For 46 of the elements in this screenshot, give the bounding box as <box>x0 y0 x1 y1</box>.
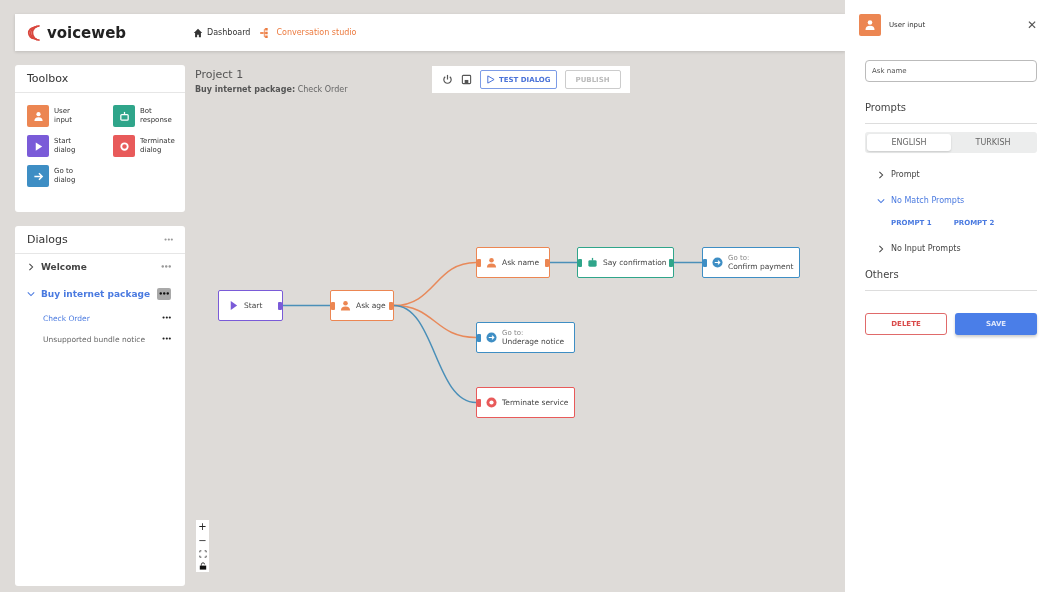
chevron-right-icon <box>877 170 885 179</box>
section-title: Others <box>865 269 900 280</box>
close-button[interactable]: ✕ <box>1026 18 1037 32</box>
stop-icon <box>486 397 497 408</box>
accordion-label[interactable]: No Input Prompts <box>891 244 961 253</box>
fit-view-icon[interactable] <box>198 550 207 558</box>
panel-title: Toolbox <box>15 65 185 93</box>
project-title: Project 1 <box>195 68 244 81</box>
arrow-icon <box>712 257 723 268</box>
person-icon <box>486 257 497 268</box>
chevron-down-icon <box>877 196 885 205</box>
robot-icon <box>587 257 598 268</box>
power-icon[interactable] <box>442 74 453 85</box>
chevron-right-icon <box>877 244 885 253</box>
breadcrumb-item: Check Order <box>297 85 348 94</box>
language-tab[interactable]: ENGLISH <box>867 134 951 151</box>
accordion-item[interactable]: No Match Prompts <box>865 196 1037 205</box>
logo-text: voiceweb <box>47 23 127 42</box>
robot-icon <box>118 110 130 122</box>
language-tab[interactable]: TURKISH <box>951 134 1035 151</box>
person-icon <box>32 110 44 122</box>
arrow-icon <box>486 332 497 343</box>
person-icon <box>340 300 351 311</box>
save-icon[interactable] <box>461 74 472 85</box>
connector-line <box>673 261 703 264</box>
accordion-item[interactable]: No Input Prompts <box>865 244 1037 253</box>
section-title: Prompts <box>865 102 908 113</box>
panel-title: Dialogs <box>27 233 68 246</box>
connector-line <box>282 304 331 307</box>
lock-icon[interactable] <box>198 562 207 570</box>
breadcrumb-parent: Buy internet package: <box>195 85 296 94</box>
arrow-icon <box>32 170 44 182</box>
accordion-label[interactable]: Prompt <box>891 170 920 179</box>
accordion-item[interactable]: Prompt <box>865 170 1037 179</box>
nav-link[interactable]: Dashboard <box>193 27 251 38</box>
home-icon <box>193 27 203 38</box>
user-icon <box>859 14 881 36</box>
zoom-button[interactable]: + <box>198 522 207 532</box>
play-icon <box>228 300 239 311</box>
connector-line <box>549 261 578 264</box>
chevron-down-icon[interactable] <box>27 290 35 298</box>
accordion-label[interactable]: No Match Prompts <box>891 196 965 205</box>
play-icon <box>486 75 495 84</box>
chevron-right-icon[interactable] <box>27 263 35 271</box>
stop-icon <box>118 140 130 152</box>
zoom-button[interactable]: − <box>198 536 207 546</box>
